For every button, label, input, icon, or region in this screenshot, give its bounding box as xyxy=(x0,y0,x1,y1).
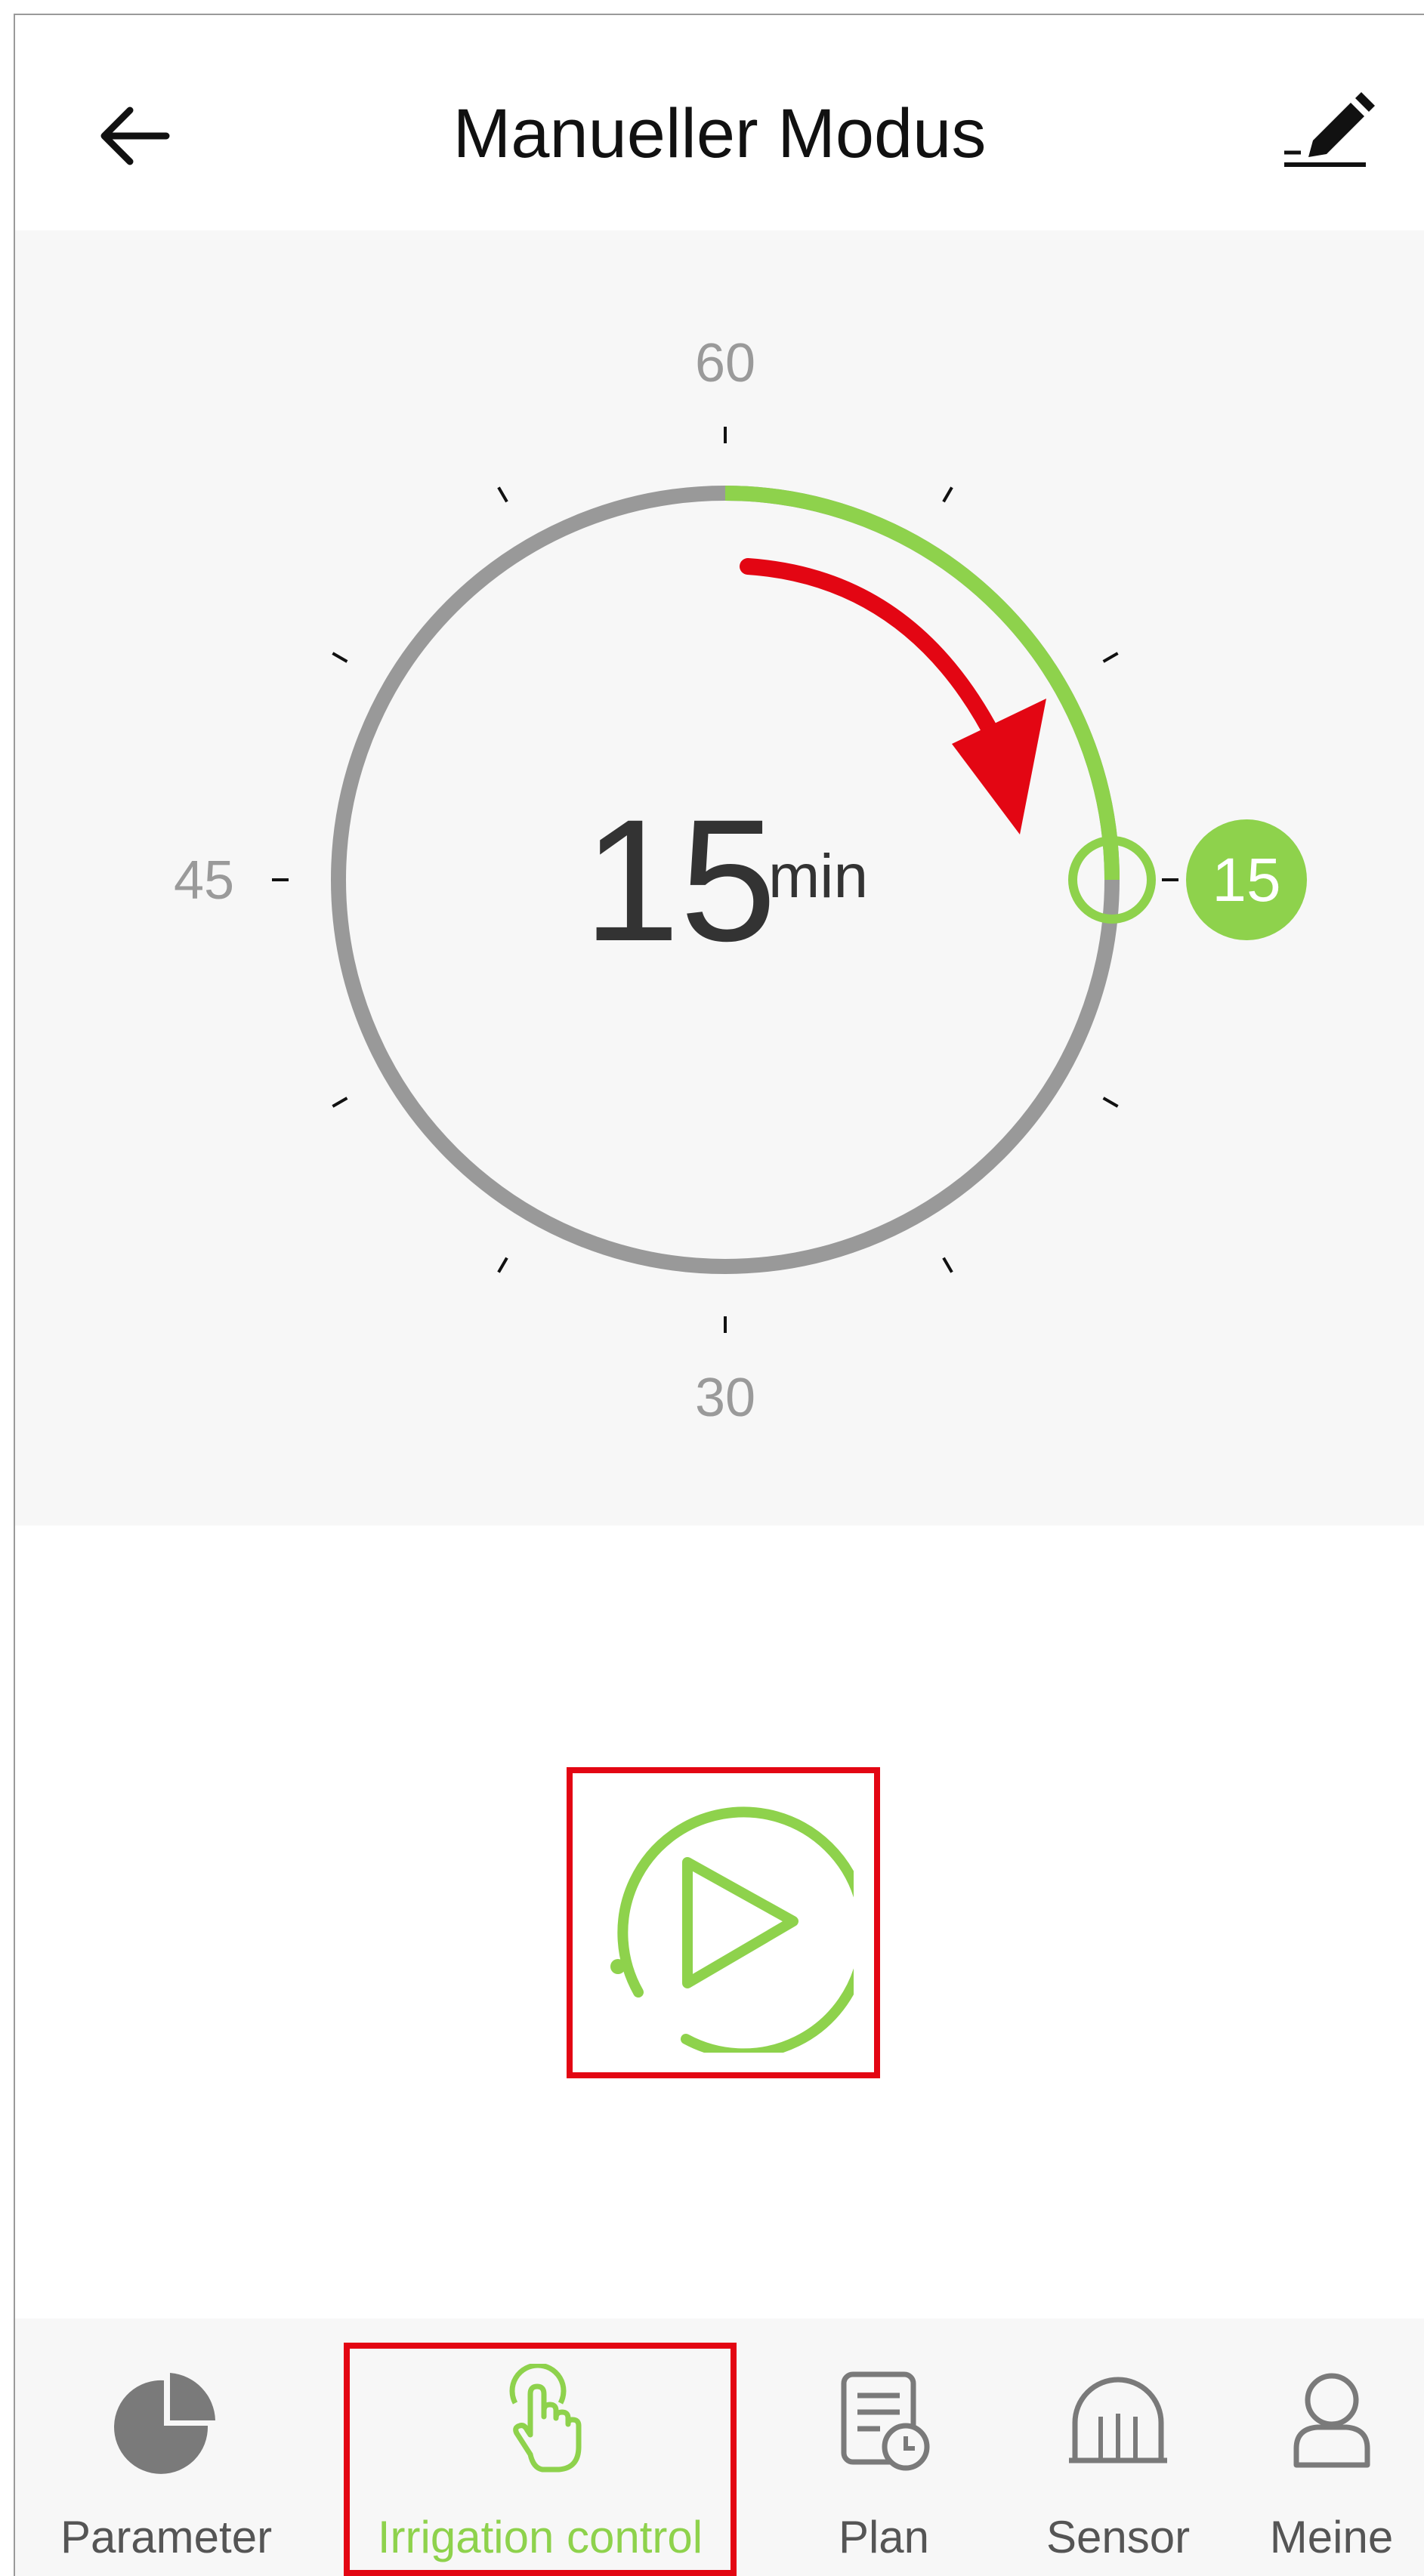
dial-label-45: 45 xyxy=(174,850,234,911)
timer-dial-panel: 60 45 30 15 min 15 xyxy=(15,230,1424,1526)
value-badge-text: 15 xyxy=(1212,846,1280,915)
dial-tick xyxy=(1102,1097,1119,1108)
sensor-icon xyxy=(1069,2377,1167,2463)
tab-label: Meine xyxy=(1269,2512,1394,2562)
dial-progress-arc xyxy=(724,486,1120,881)
dial-tick xyxy=(942,486,953,503)
dial-tick xyxy=(332,1097,348,1108)
tab-label: Plan xyxy=(838,2512,930,2562)
play-area xyxy=(567,1767,880,2078)
dial-tick xyxy=(497,486,508,503)
duration-unit: min xyxy=(768,842,868,911)
bottom-tab-bar: Parameter Irrigation control Plan Sensor xyxy=(15,2318,1424,2576)
tab-plan[interactable]: Plan xyxy=(771,2318,997,2576)
selected-duration-value: 15 xyxy=(583,783,777,977)
tap-hand-icon xyxy=(509,2364,582,2473)
play-icon xyxy=(610,1806,870,2059)
dial-label-60: 60 xyxy=(695,333,755,393)
pencil-icon xyxy=(1284,92,1375,167)
tab-parameter[interactable]: Parameter xyxy=(15,2318,317,2576)
timer-dial[interactable]: 60 45 30 15 min 15 xyxy=(15,230,1424,1526)
page-title: Manueller Modus xyxy=(453,95,987,172)
pie-chart-icon xyxy=(114,2373,215,2474)
top-bar: Manueller Modus xyxy=(15,15,1424,230)
tab-label: Sensor xyxy=(1046,2512,1191,2562)
tab-label: Parameter xyxy=(60,2512,273,2562)
dial-tick xyxy=(942,1257,953,1273)
tab-sensor[interactable]: Sensor xyxy=(1005,2318,1231,2576)
schedule-icon xyxy=(841,2371,930,2471)
start-irrigation-button[interactable] xyxy=(597,1796,870,2059)
dial-tick xyxy=(332,652,348,663)
edit-button[interactable] xyxy=(1277,91,1382,181)
dial-tick xyxy=(1102,652,1119,663)
dial-label-30: 30 xyxy=(695,1368,755,1428)
user-icon xyxy=(1293,2373,1370,2468)
tab-irrigation-control[interactable]: Irrigation control xyxy=(351,2318,729,2576)
dial-tick xyxy=(497,1257,508,1273)
tab-meine[interactable]: Meine xyxy=(1239,2318,1424,2576)
tab-label: Irrigation control xyxy=(377,2512,703,2562)
